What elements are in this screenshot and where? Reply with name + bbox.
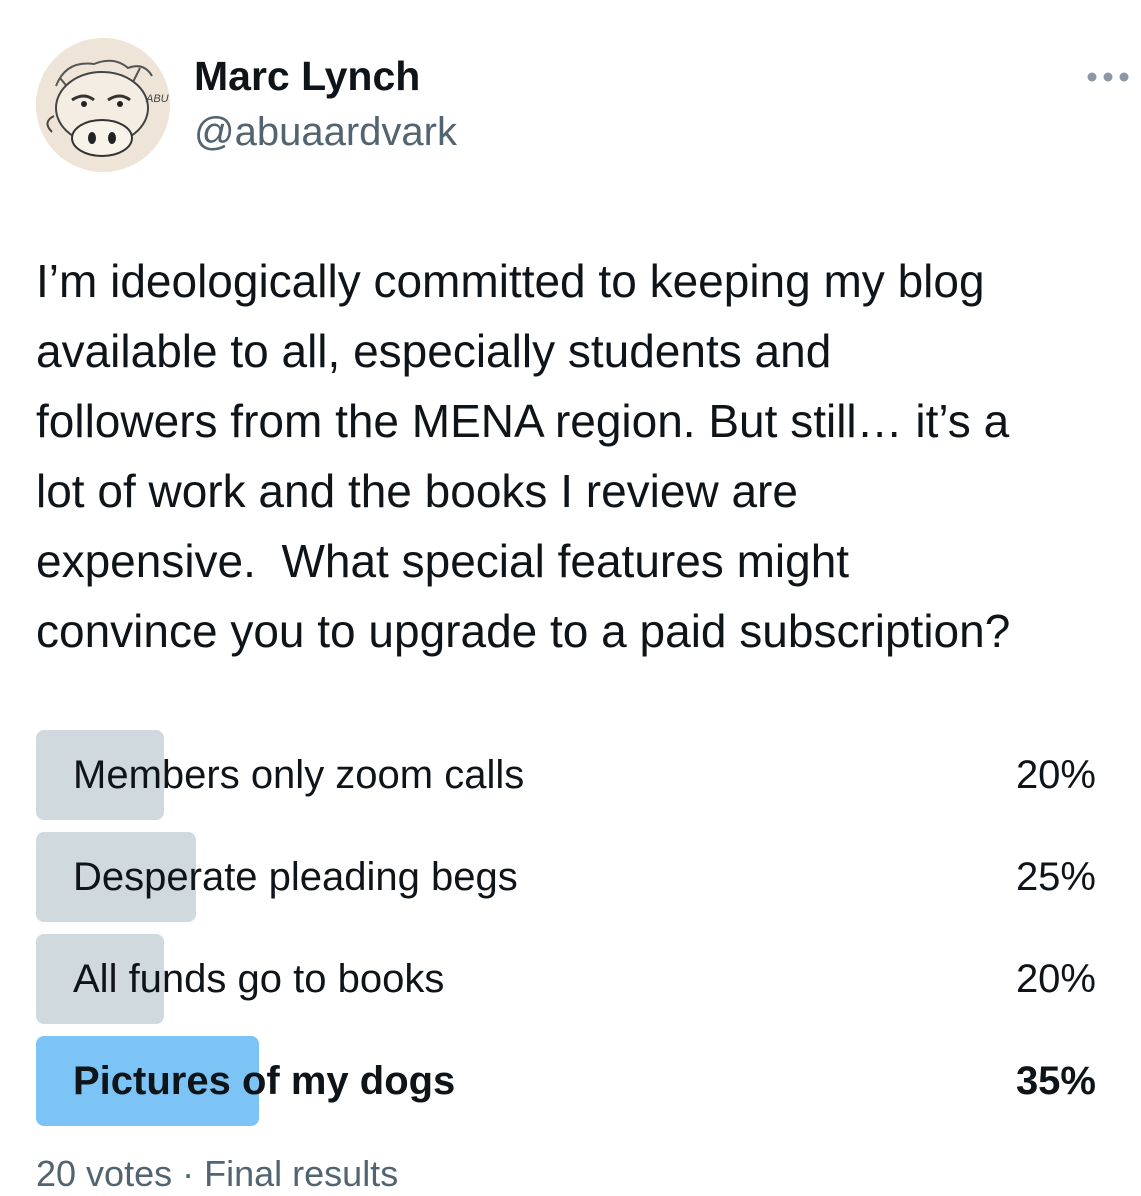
- poll-option: Members only zoom calls 20%: [36, 730, 1100, 820]
- author-name[interactable]: Marc Lynch: [194, 52, 420, 100]
- poll-option: Desperate pleading begs 25%: [36, 832, 1100, 922]
- poll-option-percent: 25%: [1015, 855, 1096, 899]
- poll-separator: ·: [182, 1153, 195, 1194]
- poll-option: Pictures of my dogs 35%: [36, 1036, 1100, 1126]
- poll-option-label: All funds go to books: [73, 957, 445, 1001]
- avatar-logo-text: ABU: [145, 93, 169, 105]
- poll-status: Final results: [204, 1153, 399, 1194]
- aardvark-avatar-icon: ABU: [36, 38, 170, 172]
- poll: Members only zoom calls 20% Desperate plea…: [36, 730, 1100, 1138]
- poll-vote-count: 20 votes: [36, 1153, 173, 1194]
- poll-option-label: Pictures of my dogs: [73, 1059, 456, 1103]
- more-horizontal-icon: [1087, 72, 1129, 82]
- poll-footer: 20 votes · Final results: [36, 1152, 398, 1196]
- poll-option-percent: 20%: [1015, 753, 1096, 797]
- poll-option-label: Desperate pleading begs: [73, 855, 518, 899]
- poll-option-label: Members only zoom calls: [73, 753, 525, 797]
- poll-option: All funds go to books 20%: [36, 934, 1100, 1024]
- poll-option-percent: 20%: [1015, 957, 1096, 1001]
- avatar[interactable]: ABU: [36, 38, 170, 172]
- tweet-text: I’m ideologically committed to keeping m…: [36, 255, 1011, 657]
- author-handle[interactable]: @abuaardvark: [194, 108, 457, 156]
- poll-option-percent: 35%: [1015, 1059, 1096, 1103]
- more-options-button[interactable]: [1084, 62, 1132, 92]
